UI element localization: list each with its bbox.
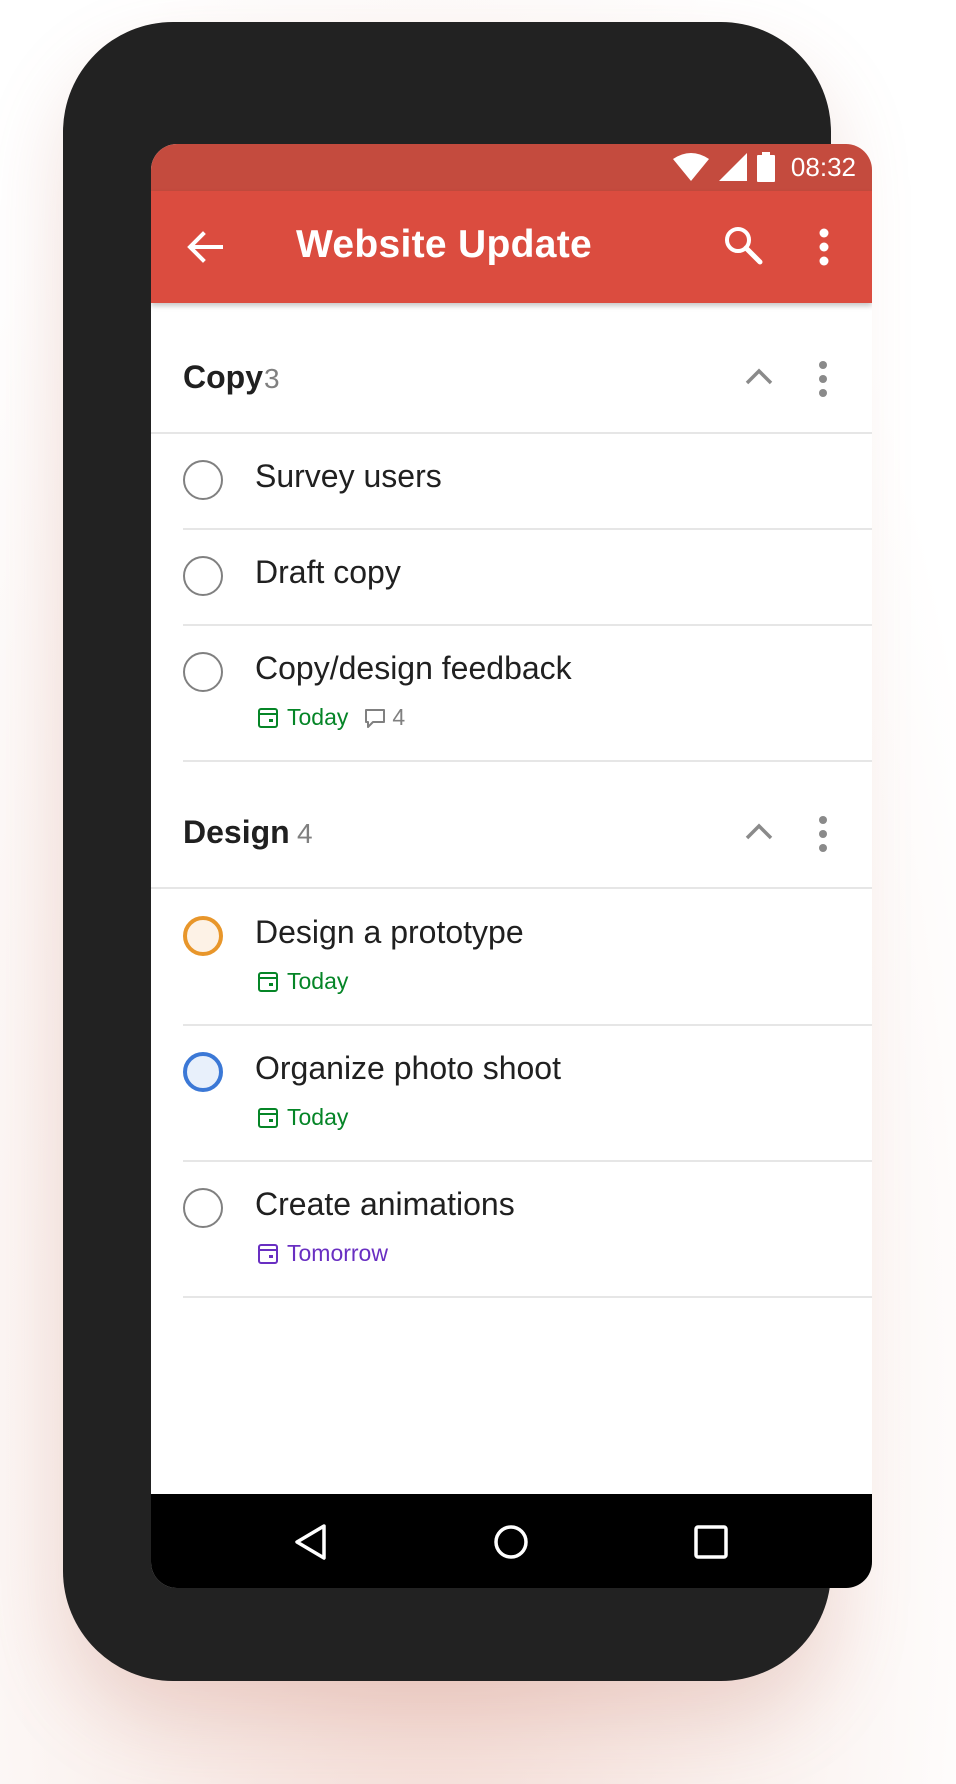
task-row[interactable]: Create animations Tomorrow xyxy=(183,1162,872,1298)
app-bar: Website Update xyxy=(151,191,872,303)
calendar-icon xyxy=(258,1107,278,1128)
phone-screen: 08:32 Website Update Copy 3 Survey users… xyxy=(151,144,872,1588)
task-row[interactable]: Copy/design feedback Today 4 xyxy=(183,626,872,762)
calendar-icon xyxy=(258,971,278,992)
due-date: Tomorrow xyxy=(257,1240,388,1267)
back-arrow-icon[interactable] xyxy=(187,229,223,265)
task-checkbox[interactable] xyxy=(183,652,223,692)
task-label: Survey users xyxy=(255,458,442,494)
nav-recents-icon[interactable] xyxy=(691,1522,731,1562)
more-vert-icon[interactable] xyxy=(815,359,831,399)
due-date-label: Tomorrow xyxy=(287,1240,388,1266)
task-checkbox[interactable] xyxy=(183,556,223,596)
section-name: Copy xyxy=(183,359,263,395)
chevron-up-icon[interactable] xyxy=(743,820,775,844)
task-label: Design a prototype xyxy=(255,914,524,950)
phone-frame: 08:32 Website Update Copy 3 Survey users… xyxy=(63,22,872,1681)
calendar-icon xyxy=(258,1243,278,1264)
section-header-copy: Copy 3 xyxy=(151,307,872,434)
task-label: Copy/design feedback xyxy=(255,650,572,686)
nav-home-icon[interactable] xyxy=(491,1522,531,1562)
task-row[interactable]: Design a prototype Today xyxy=(183,890,872,1026)
section-name: Design xyxy=(183,814,290,850)
battery-icon xyxy=(756,152,775,182)
task-row[interactable]: Draft copy xyxy=(183,530,872,626)
task-checkbox[interactable] xyxy=(183,1052,223,1092)
more-vert-icon[interactable] xyxy=(816,227,832,267)
section-count: 4 xyxy=(297,818,313,849)
wifi-icon xyxy=(672,153,709,181)
section-header-design: Design 4 xyxy=(151,762,872,889)
section-count: 3 xyxy=(264,363,280,394)
task-row[interactable]: Organize photo shoot Today xyxy=(183,1026,872,1162)
status-clock: 08:32 xyxy=(790,151,856,182)
task-label: Organize photo shoot xyxy=(255,1050,561,1086)
comment-count-label: 4 xyxy=(392,704,406,730)
more-vert-icon[interactable] xyxy=(815,814,831,854)
due-date: Today xyxy=(257,968,348,995)
status-bar: 08:32 xyxy=(151,144,872,191)
task-label: Create animations xyxy=(255,1186,515,1222)
chevron-up-icon[interactable] xyxy=(743,365,775,389)
calendar-icon xyxy=(258,707,278,728)
page-title: Website Update xyxy=(296,223,593,266)
comment-count: 4 xyxy=(364,704,405,731)
due-date-label: Today xyxy=(287,1104,349,1130)
task-row[interactable]: Survey users xyxy=(183,434,872,530)
nav-back-icon[interactable] xyxy=(291,1522,331,1562)
due-date: Today xyxy=(257,1104,348,1131)
system-nav-bar xyxy=(151,1494,872,1588)
task-checkbox[interactable] xyxy=(183,1188,223,1228)
search-icon[interactable] xyxy=(723,225,763,265)
task-checkbox[interactable] xyxy=(183,916,223,956)
task-label: Draft copy xyxy=(255,554,401,590)
comment-icon xyxy=(365,708,386,728)
due-date: Today xyxy=(257,704,348,731)
signal-icon xyxy=(718,153,747,181)
task-checkbox[interactable] xyxy=(183,460,223,500)
due-date-label: Today xyxy=(287,704,349,730)
due-date-label: Today xyxy=(287,968,349,994)
